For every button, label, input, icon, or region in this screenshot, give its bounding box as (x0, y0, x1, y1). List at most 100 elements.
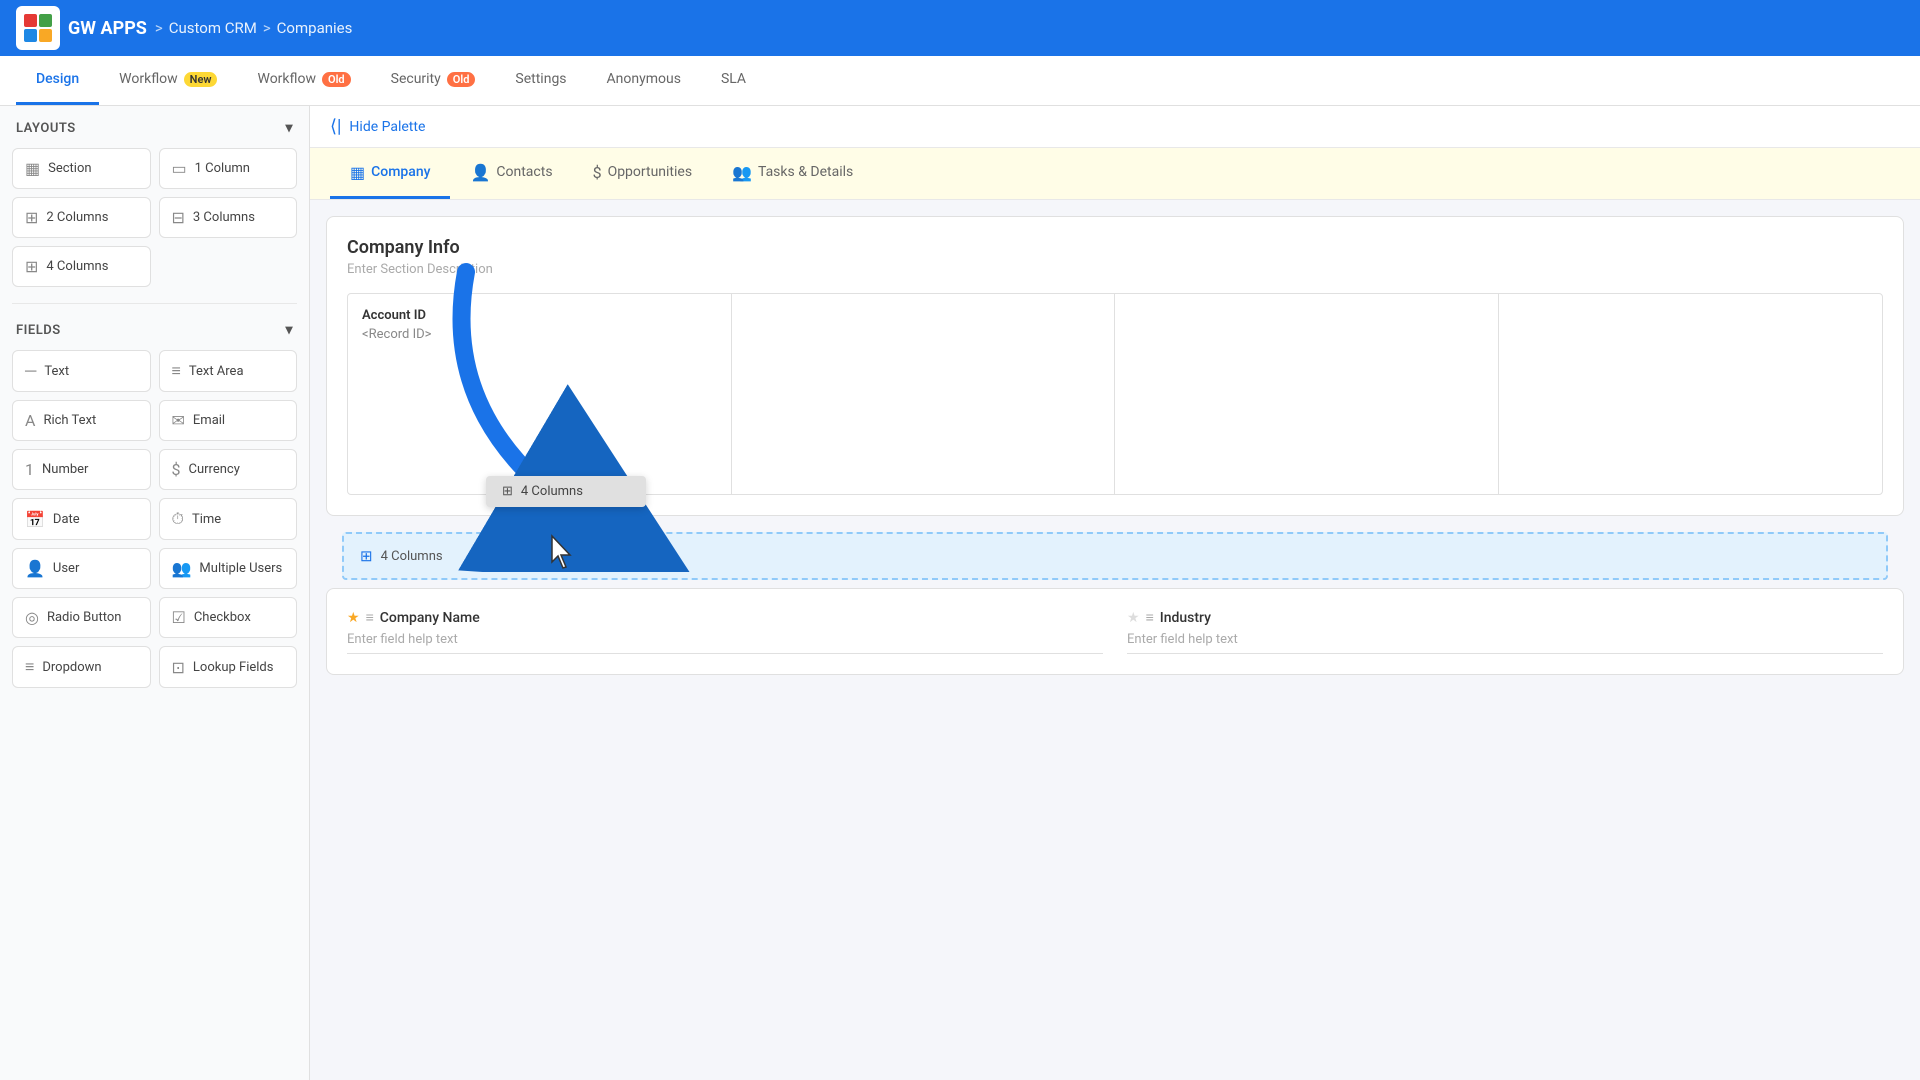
fields-grid: ─ Text ≡ Text Area A Rich Text ✉ Email 1… (0, 346, 309, 700)
sidebar-item-lookup[interactable]: ⊡ Lookup Fields (159, 646, 298, 688)
sidebar-divider (12, 303, 297, 304)
industry-drag-icon: ≡ (1146, 609, 1154, 626)
breadcrumb: > Custom CRM > Companies (155, 19, 352, 37)
drag-handle-icon: ≡ (366, 609, 374, 626)
multiuser-icon: 👥 (172, 559, 192, 578)
richtext-icon: A (25, 411, 35, 430)
industry-star: ★ (1127, 610, 1140, 626)
ghost-label: 4 Columns (521, 484, 583, 499)
sidebar-item-4col[interactable]: ⊞ 4 Columns (12, 246, 151, 287)
layouts-chevron-icon: ▾ (285, 120, 293, 136)
badge-old-security: Old (447, 72, 476, 87)
sidebar-item-time[interactable]: ⏱ Time (159, 498, 298, 540)
sidebar-item-number[interactable]: 1 Number (12, 449, 151, 490)
four-column-row: Account ID <Record ID> (347, 293, 1883, 495)
hide-palette-icon: ⟨| (330, 116, 341, 137)
tab-design[interactable]: Design (16, 56, 99, 105)
sidebar-item-radio[interactable]: ◎ Radio Button (12, 597, 151, 638)
sidebar-item-section[interactable]: ▦ Section (12, 148, 151, 189)
tab-workflow-new[interactable]: Workflow New (99, 56, 237, 105)
number-icon: 1 (25, 460, 34, 479)
col-cell-4 (1499, 294, 1883, 494)
company-name-help[interactable]: Enter field help text (347, 632, 1103, 654)
sidebar-item-2col[interactable]: ⊞ 2 Columns (12, 197, 151, 238)
tab-sla[interactable]: SLA (701, 56, 766, 105)
checkbox-icon: ☑ (172, 608, 186, 627)
badge-old-workflow: Old (322, 72, 351, 87)
ghost-icon: ⊞ (502, 484, 513, 499)
company-name-row: ★ ≡ Company Name (347, 609, 1103, 626)
1col-icon: ▭ (172, 159, 187, 178)
tab-settings[interactable]: Settings (495, 56, 586, 105)
drag-area-wrapper: ⊞ 4 Columns ⊞ 4 Columns (326, 532, 1904, 580)
sidebar: Layouts ▾ ▦ Section ▭ 1 Column ⊞ 2 Colum… (0, 106, 310, 1080)
sidebar-item-date[interactable]: 📅 Date (12, 498, 151, 540)
col-cell-2 (732, 294, 1116, 494)
logo-icon (16, 6, 60, 50)
fields-header: Fields ▾ (0, 308, 309, 346)
drag-drop-zone[interactable]: ⊞ 4 Columns (342, 532, 1888, 580)
account-id-value: <Record ID> (362, 327, 717, 342)
tab-workflow-old[interactable]: Workflow Old (237, 56, 370, 105)
app-name: GW APPS (68, 18, 147, 39)
tabs-bar: Design Workflow New Workflow Old Securit… (0, 56, 1920, 106)
tab-anonymous[interactable]: Anonymous (587, 56, 701, 105)
industry-label: Industry (1160, 610, 1211, 626)
sidebar-item-multiuser[interactable]: 👥 Multiple Users (159, 548, 298, 589)
sidebar-item-checkbox[interactable]: ☑ Checkbox (159, 597, 298, 638)
tab-security[interactable]: Security Old (371, 56, 496, 105)
fields-row: ★ ≡ Company Name Enter field help text ★… (347, 609, 1883, 654)
2col-icon: ⊞ (25, 208, 38, 227)
col-cell-1: Account ID <Record ID> (348, 294, 732, 494)
sidebar-item-textarea[interactable]: ≡ Text Area (159, 350, 298, 392)
top-bar: GW APPS > Custom CRM > Companies (0, 0, 1920, 56)
industry-name-row: ★ ≡ Industry (1127, 609, 1883, 626)
opportunities-tab-icon: $ (593, 163, 602, 182)
3col-icon: ⊟ (172, 208, 185, 227)
4col-icon: ⊞ (25, 257, 38, 276)
industry-help[interactable]: Enter field help text (1127, 632, 1883, 654)
form-tab-contacts[interactable]: 👤 Contacts (450, 148, 572, 199)
currency-icon: $ (172, 460, 181, 479)
time-icon: ⏱ (172, 509, 184, 529)
lookup-icon: ⊡ (172, 658, 185, 677)
company-tab-icon: ▦ (350, 163, 365, 182)
text-icon: ─ (25, 361, 36, 381)
content-area: ⟨| Hide Palette ▦ Company 👤 Contacts $ O… (310, 106, 1920, 1080)
sidebar-item-user[interactable]: 👤 User (12, 548, 151, 589)
sidebar-item-text[interactable]: ─ Text (12, 350, 151, 392)
company-name-field: ★ ≡ Company Name Enter field help text (347, 609, 1103, 654)
date-icon: 📅 (25, 510, 45, 529)
section-title: Company Info (347, 237, 1883, 258)
breadcrumb-app[interactable]: Custom CRM (169, 19, 257, 37)
drag-ghost: ⊞ 4 Columns (486, 476, 646, 507)
form-tab-opportunities[interactable]: $ Opportunities (573, 148, 713, 199)
section-icon: ▦ (25, 159, 40, 178)
col-cell-3 (1115, 294, 1499, 494)
sidebar-item-dropdown[interactable]: ≡ Dropdown (12, 646, 151, 688)
form-tab-tasks[interactable]: 👥 Tasks & Details (712, 148, 873, 199)
sidebar-item-currency[interactable]: $ Currency (159, 449, 298, 490)
bottom-section: ★ ≡ Company Name Enter field help text ★… (326, 588, 1904, 675)
sidebar-item-1col[interactable]: ▭ 1 Column (159, 148, 298, 189)
layouts-grid: ▦ Section ▭ 1 Column ⊞ 2 Columns ⊟ 3 Col… (0, 144, 309, 299)
textarea-icon: ≡ (172, 361, 181, 381)
breadcrumb-page[interactable]: Companies (277, 19, 353, 37)
radio-icon: ◎ (25, 608, 39, 627)
tasks-tab-icon: 👥 (732, 163, 752, 182)
hide-palette-button[interactable]: Hide Palette (349, 119, 425, 135)
dropdown-icon: ≡ (25, 657, 34, 677)
form-tab-company[interactable]: ▦ Company (330, 148, 450, 199)
section-body: Company Info Enter Section Description A… (326, 216, 1904, 516)
sidebar-item-richtext[interactable]: A Rich Text (12, 400, 151, 441)
drag-row-label: 4 Columns (381, 549, 443, 564)
badge-new: New (184, 72, 218, 87)
sidebar-item-3col[interactable]: ⊟ 3 Columns (159, 197, 298, 238)
fields-chevron-icon: ▾ (285, 322, 293, 338)
palette-bar: ⟨| Hide Palette (310, 106, 1920, 148)
layouts-header: Layouts ▾ (0, 106, 309, 144)
sidebar-item-email[interactable]: ✉ Email (159, 400, 298, 441)
section-description[interactable]: Enter Section Description (347, 262, 1883, 277)
industry-field: ★ ≡ Industry Enter field help text (1127, 609, 1883, 654)
form-tabs: ▦ Company 👤 Contacts $ Opportunities 👥 T… (310, 148, 1920, 200)
